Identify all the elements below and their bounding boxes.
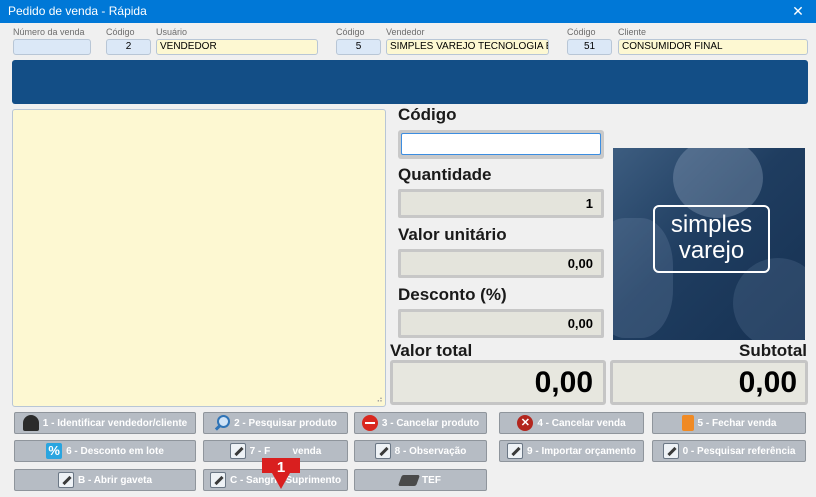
usuario-field[interactable]: VENDEDOR [156, 39, 318, 55]
valor-unitario-field[interactable]: 0,00 [398, 249, 604, 278]
quantidade-field[interactable]: 1 [398, 189, 604, 218]
button-label: TEF [422, 474, 441, 486]
edit-icon [209, 472, 226, 488]
numero-venda-field[interactable] [13, 39, 91, 55]
cliente-label: Cliente [618, 27, 647, 37]
window-title: Pedido de venda - Rápida [8, 4, 147, 18]
card-terminal-icon [398, 474, 421, 486]
desconto-field[interactable]: 0,00 [398, 309, 604, 338]
pesquisar-produto-button[interactable]: 2 - Pesquisar produto [203, 412, 348, 434]
cancel-icon: ✕ [517, 415, 534, 431]
button-label: B - Abrir gaveta [77, 474, 153, 486]
person-icon [22, 415, 39, 431]
title-bar: Pedido de venda - Rápida ✕ [0, 0, 816, 23]
valor-unitario-label: Valor unitário [398, 225, 507, 244]
button-label: 2 - Pesquisar produto [234, 417, 337, 429]
percent-icon: % [46, 443, 63, 459]
abrir-gaveta-button[interactable]: B - Abrir gaveta [14, 469, 196, 491]
usuario-codigo-label: Código [106, 27, 135, 37]
remove-icon [361, 415, 378, 431]
codigo-input-frame [398, 130, 604, 159]
exit-door-icon [681, 415, 694, 431]
cliente-codigo-field[interactable]: 51 [567, 39, 612, 55]
quantidade-label: Quantidade [398, 165, 492, 184]
vendedor-label: Vendedor [386, 27, 425, 37]
valor-total-label: Valor total [390, 341, 473, 360]
fechar-venda-button[interactable]: 5 - Fechar venda [652, 412, 806, 434]
desconto-label: Desconto (%) [398, 285, 507, 304]
logo-line1: simples [670, 211, 753, 238]
vendedor-codigo-label: Código [336, 27, 365, 37]
marker-number: 1 [277, 459, 285, 476]
edit-icon [507, 443, 524, 459]
logo-line2: varejo [678, 237, 745, 264]
product-banner [12, 60, 808, 104]
cliente-field[interactable]: CONSUMIDOR FINAL [618, 39, 808, 55]
window-client: Número da venda Código Usuário Código Ve… [0, 23, 816, 497]
button-label: 4 - Cancelar venda [537, 417, 626, 429]
codigo-label: Código [398, 105, 457, 124]
cancelar-produto-button[interactable]: 3 - Cancelar produto [354, 412, 487, 434]
tef-button[interactable]: TEF [354, 469, 487, 491]
cliente-codigo-label: Código [567, 27, 596, 37]
subtotal-label: Subtotal [739, 341, 807, 360]
usuario-codigo-field[interactable]: 2 [106, 39, 151, 55]
button-label: 5 - Fechar venda [697, 417, 777, 429]
button-label: 6 - Desconto em lote [66, 445, 164, 457]
usuario-label: Usuário [156, 27, 188, 37]
cancelar-venda-button[interactable]: ✕ 4 - Cancelar venda [499, 412, 644, 434]
button-label: 7 - F venda [249, 445, 322, 457]
edit-icon [229, 443, 246, 459]
vendedor-codigo-field[interactable]: 5 [336, 39, 381, 55]
button-label: 0 - Pesquisar referência [682, 445, 796, 457]
button-label: 8 - Observação [394, 445, 467, 457]
close-icon[interactable]: ✕ [780, 0, 816, 23]
edit-icon [662, 443, 679, 459]
observacao-button[interactable]: 8 - Observação [354, 440, 487, 462]
numero-venda-label: Número da venda [13, 27, 85, 37]
simples-varejo-logo: simples varejo [613, 148, 805, 340]
valor-total-display: 0,00 [390, 360, 606, 405]
resize-grip-icon[interactable]: ⠴ [376, 394, 383, 405]
logo-frame: simples varejo [653, 205, 770, 273]
desconto-em-lote-button[interactable]: % 6 - Desconto em lote [14, 440, 196, 462]
button-label: 9 - Importar orçamento [527, 445, 636, 457]
annotation-marker: 1 [262, 458, 300, 489]
vendedor-field[interactable]: SIMPLES VAREJO TECNOLOGIA E D [386, 39, 549, 55]
codigo-input[interactable] [401, 133, 601, 155]
edit-icon [374, 443, 391, 459]
edit-icon [57, 472, 74, 488]
identificar-vendedor-cliente-button[interactable]: 1 - Identificar vendedor/cliente [14, 412, 196, 434]
button-label: 1 - Identificar vendedor/cliente [42, 417, 188, 429]
button-label: 3 - Cancelar produto [381, 417, 480, 429]
magnifier-icon [214, 415, 231, 431]
importar-orcamento-button[interactable]: 9 - Importar orçamento [499, 440, 644, 462]
subtotal-display: 0,00 [610, 360, 808, 405]
items-list[interactable]: ⠴ [12, 109, 386, 407]
pesquisar-referencia-button[interactable]: 0 - Pesquisar referência [652, 440, 806, 462]
